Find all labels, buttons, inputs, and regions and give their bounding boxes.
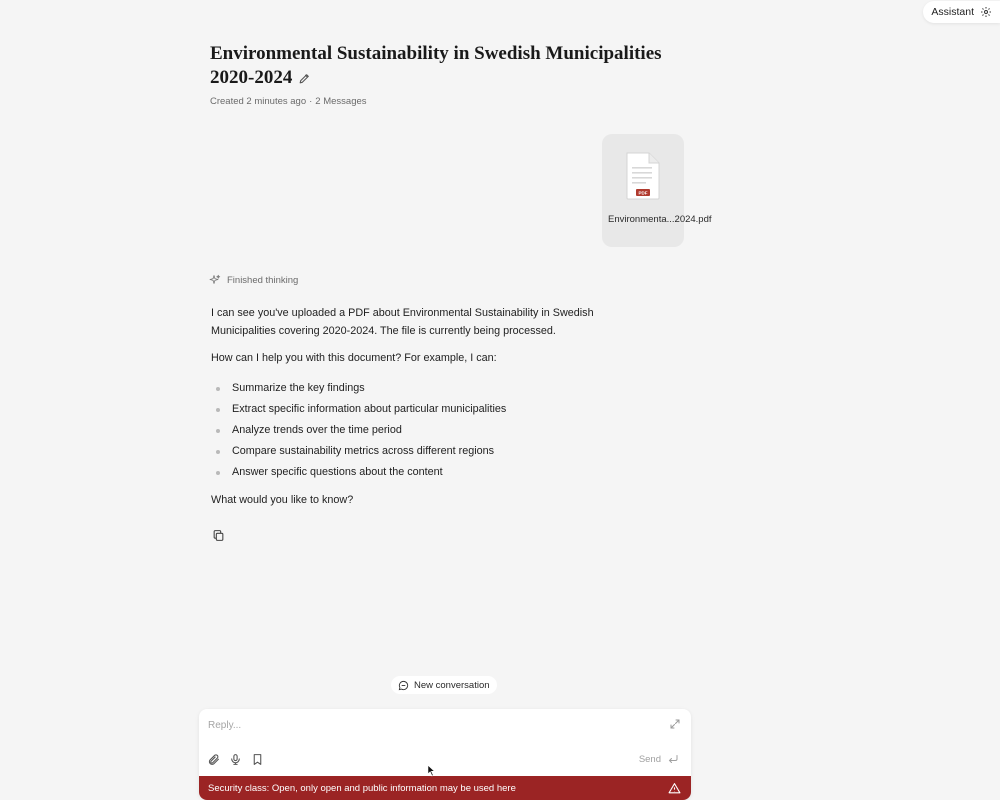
expand-icon[interactable] bbox=[669, 717, 681, 735]
sparkle-icon bbox=[209, 274, 221, 284]
warning-icon bbox=[668, 782, 681, 793]
new-conversation-button[interactable]: New conversation bbox=[391, 676, 497, 694]
thinking-status[interactable]: Finished thinking bbox=[209, 274, 298, 286]
chat-bubble-icon bbox=[398, 680, 409, 690]
created-time: Created 2 minutes ago bbox=[210, 96, 307, 107]
pdf-badge-text: PDF bbox=[639, 191, 648, 196]
assistant-settings-button[interactable]: Assistant bbox=[923, 1, 1000, 23]
reply-intro: I can see you've uploaded a PDF about En… bbox=[211, 307, 594, 337]
reply-input[interactable] bbox=[208, 715, 648, 735]
pdf-attachment-card[interactable]: PDF Environmenta...2024.pdf bbox=[602, 134, 712, 247]
assistant-message: I can see you've uploaded a PDF about En… bbox=[211, 305, 651, 519]
paperclip-icon[interactable] bbox=[207, 753, 220, 766]
capability-list: Summarize the key findings Extract speci… bbox=[211, 378, 651, 483]
list-item: Compare sustainability metrics across di… bbox=[211, 441, 651, 462]
meta-separator: · bbox=[309, 96, 313, 107]
new-conversation-label: New conversation bbox=[414, 679, 490, 691]
gear-icon bbox=[981, 7, 991, 17]
list-item: Summarize the key findings bbox=[211, 378, 651, 399]
pencil-icon[interactable] bbox=[298, 68, 311, 92]
conversation-title: Environmental Sustainability in Swedish … bbox=[210, 42, 690, 92]
message-count: 2 Messages bbox=[315, 96, 367, 107]
copy-icon[interactable] bbox=[212, 529, 225, 547]
attachment-filename: Environmenta...2024.pdf bbox=[608, 214, 712, 225]
security-banner: Security class: Open, only open and publ… bbox=[199, 776, 691, 800]
mouse-cursor-icon bbox=[427, 764, 436, 777]
message-composer: Send Security class: Open, only open and… bbox=[199, 709, 691, 800]
reply-question: How can I help you with this document? F… bbox=[211, 352, 497, 364]
bookmark-icon[interactable] bbox=[251, 753, 264, 766]
conversation-meta: Created 2 minutes ago · 2 Messages bbox=[210, 96, 367, 107]
conversation-title-text: Environmental Sustainability in Swedish … bbox=[210, 43, 662, 88]
send-label: Send bbox=[638, 753, 661, 765]
security-text: Security class: Open, only open and publ… bbox=[208, 782, 516, 794]
assistant-label: Assistant bbox=[931, 6, 974, 18]
reply-closing: What would you like to know? bbox=[211, 493, 354, 506]
microphone-icon[interactable] bbox=[229, 753, 242, 766]
enter-icon bbox=[668, 755, 678, 763]
list-item: Analyze trends over the time period bbox=[211, 420, 651, 441]
list-item: Answer specific questions about the cont… bbox=[211, 462, 651, 483]
send-button[interactable]: Send bbox=[639, 753, 679, 765]
thinking-label: Finished thinking bbox=[227, 274, 299, 286]
list-item: Extract specific information about parti… bbox=[211, 399, 651, 420]
composer-tools bbox=[207, 753, 264, 766]
chat-page: Assistant Environmental Sustainability i… bbox=[0, 0, 1000, 800]
pdf-file-icon: PDF bbox=[626, 152, 660, 200]
